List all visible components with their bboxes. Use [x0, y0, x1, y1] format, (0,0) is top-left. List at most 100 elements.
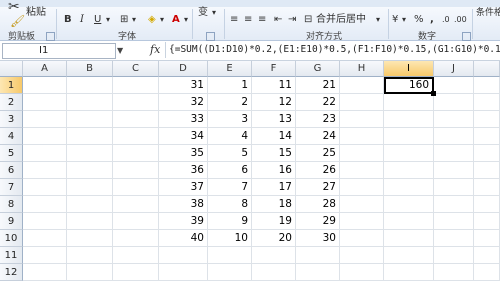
- cell-b4[interactable]: [67, 128, 113, 145]
- cell-g2[interactable]: 22: [296, 94, 340, 111]
- cell-f7[interactable]: 17: [252, 179, 296, 196]
- formula-input[interactable]: {=SUM((D1:D10)*0.2,(E1:E10)*0.5,(F1:F10)…: [165, 42, 500, 58]
- cell-e2[interactable]: 2: [208, 94, 252, 111]
- cell-d7[interactable]: 37: [159, 179, 208, 196]
- cell-j12[interactable]: [434, 264, 474, 281]
- cell-a9[interactable]: [23, 213, 67, 230]
- cell-f4[interactable]: 14: [252, 128, 296, 145]
- column-header-c[interactable]: C: [113, 61, 159, 77]
- align-center-icon[interactable]: ≡: [244, 14, 252, 26]
- cell-a6[interactable]: [23, 162, 67, 179]
- cell-e8[interactable]: 8: [208, 196, 252, 213]
- cell-e5[interactable]: 5: [208, 145, 252, 162]
- cell-c2[interactable]: [113, 94, 159, 111]
- cell-b1[interactable]: [67, 77, 113, 94]
- fill-color-dropdown-icon[interactable]: ▾: [160, 14, 164, 26]
- cell-g3[interactable]: 23: [296, 111, 340, 128]
- insert-function-icon[interactable]: fx: [150, 43, 160, 56]
- cell-k4[interactable]: [474, 128, 500, 145]
- cell-e1[interactable]: 1: [208, 77, 252, 94]
- merge-center-icon[interactable]: ⊟: [304, 14, 312, 26]
- cell-h9[interactable]: [340, 213, 384, 230]
- cell-f10[interactable]: 20: [252, 230, 296, 247]
- cell-d2[interactable]: 32: [159, 94, 208, 111]
- italic-button[interactable]: I: [80, 14, 84, 26]
- cell-j1[interactable]: [434, 77, 474, 94]
- cell-g1[interactable]: 21: [296, 77, 340, 94]
- cell-h4[interactable]: [340, 128, 384, 145]
- cell-j8[interactable]: [434, 196, 474, 213]
- cell-k7[interactable]: [474, 179, 500, 196]
- cell-i3[interactable]: [384, 111, 434, 128]
- cell-d5[interactable]: 35: [159, 145, 208, 162]
- align-right-icon[interactable]: ≡: [258, 14, 266, 26]
- cell-f5[interactable]: 15: [252, 145, 296, 162]
- cell-k3[interactable]: [474, 111, 500, 128]
- cell-h1[interactable]: [340, 77, 384, 94]
- comma-button[interactable]: ,: [430, 14, 434, 26]
- column-header-b[interactable]: B: [67, 61, 113, 77]
- cell-k10[interactable]: [474, 230, 500, 247]
- cell-h12[interactable]: [340, 264, 384, 281]
- cell-d11[interactable]: [159, 247, 208, 264]
- cell-i4[interactable]: [384, 128, 434, 145]
- cell-j2[interactable]: [434, 94, 474, 111]
- increase-decimal-icon[interactable]: .0: [442, 14, 450, 26]
- cell-a2[interactable]: [23, 94, 67, 111]
- decrease-indent-icon[interactable]: ⇤: [274, 14, 282, 26]
- cell-h3[interactable]: [340, 111, 384, 128]
- cell-a11[interactable]: [23, 247, 67, 264]
- row-header-10[interactable]: 10: [0, 230, 23, 247]
- cell-a7[interactable]: [23, 179, 67, 196]
- currency-icon[interactable]: ¥: [392, 14, 398, 26]
- spreadsheet-grid[interactable]: A B C D E F G H I J 1 31 1 11 21 160 2 32 2 12 22 3 33 3 13 23 4 34…: [0, 61, 500, 281]
- column-header-f[interactable]: F: [252, 61, 296, 77]
- cell-e4[interactable]: 4: [208, 128, 252, 145]
- cell-b2[interactable]: [67, 94, 113, 111]
- cell-e9[interactable]: 9: [208, 213, 252, 230]
- cell-h2[interactable]: [340, 94, 384, 111]
- cell-i2[interactable]: [384, 94, 434, 111]
- cell-c9[interactable]: [113, 213, 159, 230]
- currency-dropdown-icon[interactable]: ▾: [402, 14, 406, 26]
- column-header-i[interactable]: I: [384, 61, 434, 77]
- cell-e6[interactable]: 6: [208, 162, 252, 179]
- cell-d8[interactable]: 38: [159, 196, 208, 213]
- cell-j7[interactable]: [434, 179, 474, 196]
- cell-c10[interactable]: [113, 230, 159, 247]
- cell-c4[interactable]: [113, 128, 159, 145]
- wrap-dropdown-icon[interactable]: ▾: [212, 7, 216, 19]
- cell-b10[interactable]: [67, 230, 113, 247]
- cell-i11[interactable]: [384, 247, 434, 264]
- cell-d1[interactable]: 31: [159, 77, 208, 94]
- cell-j3[interactable]: [434, 111, 474, 128]
- number-launcher-icon[interactable]: [462, 32, 471, 41]
- cell-h7[interactable]: [340, 179, 384, 196]
- cell-a1[interactable]: [23, 77, 67, 94]
- cell-g7[interactable]: 27: [296, 179, 340, 196]
- cell-g4[interactable]: 24: [296, 128, 340, 145]
- cell-f8[interactable]: 18: [252, 196, 296, 213]
- cell-f11[interactable]: [252, 247, 296, 264]
- column-header-e[interactable]: E: [208, 61, 252, 77]
- cell-e12[interactable]: [208, 264, 252, 281]
- row-header-2[interactable]: 2: [0, 94, 23, 111]
- select-all-corner[interactable]: [0, 61, 23, 77]
- cell-g12[interactable]: [296, 264, 340, 281]
- cell-j6[interactable]: [434, 162, 474, 179]
- cell-d4[interactable]: 34: [159, 128, 208, 145]
- cell-e3[interactable]: 3: [208, 111, 252, 128]
- row-header-11[interactable]: 11: [0, 247, 23, 264]
- fill-color-icon[interactable]: ◈: [148, 14, 156, 26]
- cell-f9[interactable]: 19: [252, 213, 296, 230]
- cell-i1[interactable]: 160: [384, 77, 434, 94]
- increase-indent-icon[interactable]: ⇥: [288, 14, 296, 26]
- row-header-12[interactable]: 12: [0, 264, 23, 281]
- fill-handle[interactable]: [431, 91, 436, 96]
- cell-f1[interactable]: 11: [252, 77, 296, 94]
- cell-i8[interactable]: [384, 196, 434, 213]
- column-header-h[interactable]: H: [340, 61, 384, 77]
- cell-k8[interactable]: [474, 196, 500, 213]
- cell-b7[interactable]: [67, 179, 113, 196]
- cell-c8[interactable]: [113, 196, 159, 213]
